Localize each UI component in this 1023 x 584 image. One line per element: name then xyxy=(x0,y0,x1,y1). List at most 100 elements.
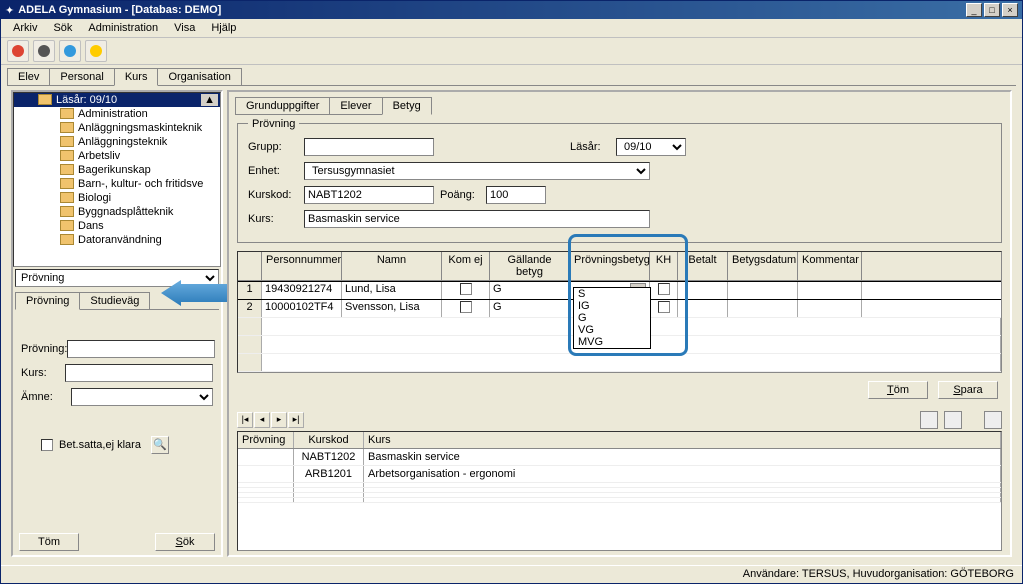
lower-row[interactable]: NABT1202 Basmaskin service xyxy=(238,449,1001,466)
left-sok-button[interactable]: Sök xyxy=(155,533,215,551)
nav-prev-button[interactable]: ◂ xyxy=(254,412,270,428)
tree-item[interactable]: Barn-, kultur- och fritidsve xyxy=(14,177,220,191)
tree-item[interactable]: Administration xyxy=(14,107,220,121)
hdr-betalt[interactable]: Betalt xyxy=(678,252,728,280)
menu-arkiv[interactable]: Arkiv xyxy=(5,20,45,36)
hdr-kh[interactable]: KH xyxy=(650,252,678,280)
lbl-bet: Bet.satta,ej klara xyxy=(59,439,141,451)
lbl-provning: Prövning: xyxy=(21,343,67,355)
kurskod-field[interactable] xyxy=(304,186,434,204)
hdr-komm[interactable]: Kommentar xyxy=(798,252,862,280)
window-title: ADELA Gymnasium - [Databas: DEMO] xyxy=(18,4,966,16)
record-button[interactable] xyxy=(7,40,29,62)
tree-item[interactable]: Arbetsliv xyxy=(14,149,220,163)
hdr-bdat[interactable]: Betygsdatum xyxy=(728,252,798,280)
tool-button-2[interactable] xyxy=(33,40,55,62)
kursnamn-field[interactable] xyxy=(304,210,650,228)
menu-administration[interactable]: Administration xyxy=(80,20,166,36)
hdr-namn[interactable]: Namn xyxy=(342,252,442,280)
tree-view[interactable]: Läsår: 09/10 ▲ Administration Anläggning… xyxy=(13,92,221,267)
help-button[interactable] xyxy=(85,40,107,62)
dropdown-opt[interactable]: IG xyxy=(574,300,650,312)
provning-fieldset: Prövning Grupp: Läsår: 09/10 Enhet: Ters… xyxy=(237,118,1002,243)
rtab-betyg[interactable]: Betyg xyxy=(382,97,432,115)
tab-elev[interactable]: Elev xyxy=(7,68,50,86)
dropdown-opt[interactable]: MVG xyxy=(574,336,650,348)
titlebar: ✦ ADELA Gymnasium - [Databas: DEMO] _ □ … xyxy=(1,1,1022,19)
dropdown-opt[interactable]: G xyxy=(574,312,650,324)
left-form: Prövning: Kurs: Ämne: Bet.satta,ej klara… xyxy=(15,309,219,460)
left-tom-button[interactable]: Töm xyxy=(19,533,79,551)
lbl-grupp: Grupp: xyxy=(248,141,298,153)
nav-first-button[interactable]: |◂ xyxy=(237,412,253,428)
amne-select[interactable] xyxy=(71,388,213,406)
rtab-elever[interactable]: Elever xyxy=(329,97,382,115)
lbl-kurs2: Kurs: xyxy=(248,213,298,225)
rtab-grunduppgifter[interactable]: Grunduppgifter xyxy=(235,97,330,115)
kurs-field[interactable] xyxy=(65,364,213,382)
lbl-amne: Ämne: xyxy=(21,391,71,403)
lbl-kurskod: Kurskod: xyxy=(248,189,298,201)
tree-item[interactable]: Byggnadsplåtteknik xyxy=(14,205,220,219)
hdr-pbetyg[interactable]: Prövningsbetyg xyxy=(570,252,650,280)
nav-last-button[interactable]: ▸| xyxy=(288,412,304,428)
menu-visa[interactable]: Visa xyxy=(166,20,203,36)
subtab-provning[interactable]: Prövning xyxy=(15,292,80,310)
small-search-button[interactable]: 🔍 xyxy=(151,436,169,454)
kh-checkbox[interactable] xyxy=(658,283,670,295)
icon-btn-1[interactable] xyxy=(920,411,938,429)
tree-item[interactable]: Datoranvändning xyxy=(14,233,220,247)
lower-grid[interactable]: Prövning Kurskod Kurs NABT1202 Basmaskin… xyxy=(237,431,1002,551)
kh-checkbox[interactable] xyxy=(658,301,670,313)
arrow-indicator-icon xyxy=(161,280,231,306)
hdr-pnr[interactable]: Personnummer xyxy=(262,252,342,280)
provning-field[interactable] xyxy=(67,340,215,358)
tree-item[interactable]: Bagerikunskap xyxy=(14,163,220,177)
poang-field[interactable] xyxy=(486,186,546,204)
dropdown-opt[interactable]: VG xyxy=(574,324,650,336)
tree-item[interactable]: Anläggningsmaskinteknik xyxy=(14,121,220,135)
spara-button[interactable]: Spara xyxy=(938,381,998,399)
tab-kurs[interactable]: Kurs xyxy=(114,68,159,86)
tom-button[interactable]: Töm xyxy=(868,381,928,399)
status-text: Användare: TERSUS, Huvudorganisation: GÖ… xyxy=(743,568,1014,580)
tree-item[interactable]: Anläggningsteknik xyxy=(14,135,220,149)
lh-kurs[interactable]: Kurs xyxy=(364,432,1001,448)
lbl-lasar: Läsår: xyxy=(570,141,610,153)
minimize-button[interactable]: _ xyxy=(966,3,982,17)
hdr-gbetyg[interactable]: Gällande betyg xyxy=(490,252,570,280)
lasar-select[interactable]: 09/10 xyxy=(616,138,686,156)
dropdown-opt[interactable]: S xyxy=(574,288,650,300)
lh-kod[interactable]: Kurskod xyxy=(294,432,364,448)
subtab-studievag[interactable]: Studieväg xyxy=(79,292,150,310)
lh-prov[interactable]: Prövning xyxy=(238,432,294,448)
info-button[interactable] xyxy=(59,40,81,62)
icon-btn-3[interactable] xyxy=(984,411,1002,429)
hdr-komej[interactable]: Kom ej xyxy=(442,252,490,280)
nav-next-button[interactable]: ▸ xyxy=(271,412,287,428)
lbl-poang: Poäng: xyxy=(440,189,480,201)
tree-item[interactable]: Dans xyxy=(14,219,220,233)
bet-checkbox[interactable] xyxy=(41,439,53,451)
statusbar: Användare: TERSUS, Huvudorganisation: GÖ… xyxy=(1,565,1022,583)
icon-btn-2[interactable] xyxy=(944,411,962,429)
menu-hjalp[interactable]: Hjälp xyxy=(203,20,244,36)
maximize-button[interactable]: □ xyxy=(984,3,1000,17)
tree-root[interactable]: Läsår: 09/10 ▲ xyxy=(14,93,220,107)
toolbar xyxy=(1,38,1022,65)
grupp-field[interactable] xyxy=(304,138,434,156)
menu-sok[interactable]: Sök xyxy=(45,20,80,36)
enhet-select[interactable]: Tersusgymnasiet xyxy=(304,162,650,180)
right-tabs: Grunduppgifter Elever Betyg xyxy=(231,94,1008,114)
pbetyg-dropdown[interactable]: S IG G VG MVG xyxy=(573,287,651,349)
tab-organisation[interactable]: Organisation xyxy=(157,68,241,86)
komej-checkbox[interactable] xyxy=(460,301,472,313)
lower-section: |◂ ◂ ▸ ▸| Prövning Kurskod xyxy=(237,411,1002,551)
main-tabs: Elev Personal Kurs Organisation xyxy=(1,65,1022,85)
lower-row[interactable]: ARB1201 Arbetsorganisation - ergonomi xyxy=(238,466,1001,483)
left-panel: Läsår: 09/10 ▲ Administration Anläggning… xyxy=(11,90,223,557)
close-button[interactable]: × xyxy=(1002,3,1018,17)
tab-personal[interactable]: Personal xyxy=(49,68,114,86)
tree-item[interactable]: Biologi xyxy=(14,191,220,205)
komej-checkbox[interactable] xyxy=(460,283,472,295)
